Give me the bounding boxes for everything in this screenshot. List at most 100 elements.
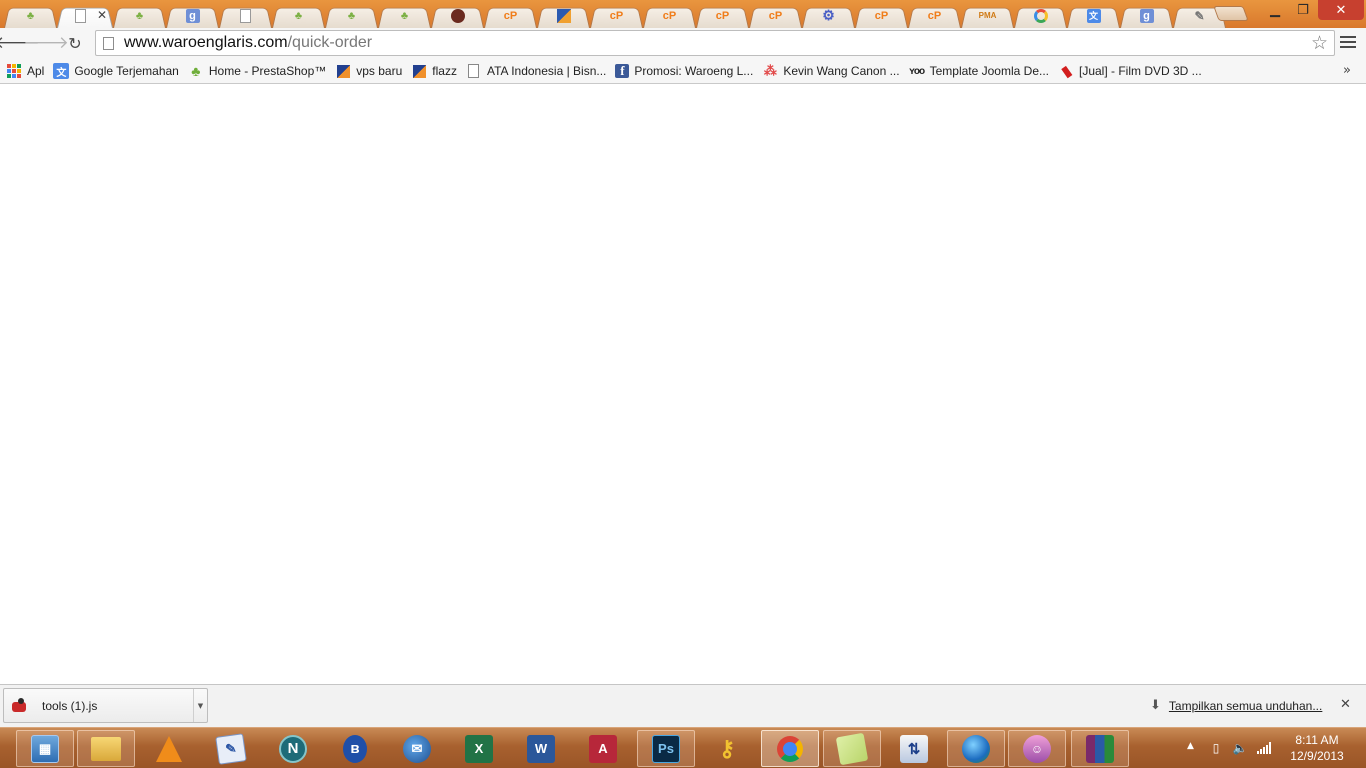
tab-close-icon[interactable]: ✕ [97, 8, 107, 22]
window-minimize-button[interactable]: ▁ [1262, 0, 1288, 20]
taskbar-network[interactable]: ⇅ [885, 730, 943, 767]
taskbar-control-panel[interactable]: ▦ [16, 730, 74, 767]
bookmark-google-terjemahan[interactable]: 文 Google Terjemahan [53, 61, 179, 81]
bookmark-vps-baru[interactable]: vps baru [335, 61, 402, 81]
taskbar-netscape[interactable]: N [264, 730, 322, 767]
taskbar-winrar[interactable] [1071, 730, 1129, 767]
address-bar[interactable]: www.waroenglaris.com/quick-order ☆ [95, 30, 1335, 56]
download-item[interactable]: tools (1).js ▼ [3, 688, 208, 723]
taskbar-excel[interactable]: X [450, 730, 508, 767]
tab[interactable]: cP [855, 3, 908, 28]
bookmark-prestashop-home[interactable]: ♣ Home - PrestaShop™ [188, 61, 326, 81]
google-g-icon: g [1139, 8, 1154, 23]
tab[interactable]: ♣ [4, 3, 57, 28]
bookmark-label: flazz [432, 64, 457, 78]
signal-icon[interactable] [1257, 740, 1271, 756]
tab[interactable] [431, 3, 484, 28]
prestashop-leaf-icon: ♣ [294, 9, 303, 22]
download-menu-button[interactable]: ▼ [193, 689, 207, 722]
reload-button[interactable]: ↻ [64, 32, 86, 54]
bookmark-template-joomla[interactable]: ʏᴏᴏ Template Joomla De... [909, 61, 1049, 81]
taskbar-bluetooth[interactable]: ʙ [326, 730, 384, 767]
netscape-icon: N [279, 734, 307, 763]
thunderbird-icon: ✉ [403, 734, 431, 763]
taskbar-globe[interactable] [947, 730, 1005, 767]
cpanel-icon: cP [609, 9, 624, 22]
close-download-shelf-button[interactable]: ✕ [1340, 697, 1351, 712]
folder-icon [91, 736, 121, 761]
taskbar-access[interactable]: A [574, 730, 632, 767]
bookmark-jual-film-dvd[interactable]: ▮ [Jual] - Film DVD 3D ... [1058, 61, 1202, 81]
tab[interactable] [1014, 3, 1067, 28]
translate-icon: 文 [53, 63, 70, 79]
show-all-downloads-link[interactable]: Tampilkan semua unduhan... [1169, 699, 1322, 713]
url-text[interactable]: www.waroenglaris.com/quick-order [124, 34, 372, 52]
taskbar-pidgin[interactable]: ☺ [1008, 730, 1066, 767]
bookmark-apps[interactable]: Apl [6, 61, 44, 81]
tab[interactable]: PMA [961, 3, 1014, 28]
bookmark-star-icon[interactable]: ☆ [1311, 32, 1328, 54]
taskbar-keys[interactable]: ⚷ [698, 730, 756, 767]
tab-list: ♣ ✕ ♣ g ♣ ♣ ♣ cP cP cP cP cP ⚙ cP cP PMA… [4, 3, 1226, 28]
taskbar-notepad[interactable]: ✎ [202, 730, 260, 767]
chrome-menu-button[interactable] [1340, 34, 1356, 50]
bookmark-label: Google Terjemahan [74, 64, 179, 78]
globe-icon [962, 734, 990, 763]
window-close-button[interactable]: ✕ [1318, 0, 1364, 20]
taskbar-sticky-notes[interactable] [823, 730, 881, 767]
bookmarks-overflow-button[interactable]: » [1343, 63, 1351, 78]
tab[interactable]: ♣ [378, 3, 431, 28]
bookmark-flazz[interactable]: flazz [411, 61, 457, 81]
yoo-icon: ʏᴏᴏ [909, 65, 925, 77]
tab-active-quick-order[interactable]: ✕ [57, 3, 113, 28]
tab[interactable]: ♣ [272, 3, 325, 28]
photoshop-icon: Ps [652, 734, 680, 763]
taskbar-photoshop[interactable]: Ps [637, 730, 695, 767]
tab[interactable]: cP [484, 3, 537, 28]
taskbar-word[interactable]: W [512, 730, 570, 767]
excel-icon: X [465, 734, 493, 763]
power-icon[interactable]: ▯ [1209, 740, 1223, 756]
tab[interactable]: cP [590, 3, 643, 28]
winrar-icon [1086, 734, 1114, 763]
prestashop-leaf-icon: ♣ [191, 63, 201, 79]
bookmark-label: vps baru [356, 64, 403, 78]
ui-icon [556, 8, 571, 23]
browser-toolbar: 🡐 🡒 ↻ www.waroenglaris.com/quick-order ☆ [0, 28, 1366, 58]
bookmark-list: Apl 文 Google Terjemahan ♣ Home - PrestaS… [6, 61, 1211, 81]
show-hidden-icons-button[interactable]: ▲ [1187, 741, 1194, 751]
tab[interactable]: cP [643, 3, 696, 28]
bookmark-ata-indonesia[interactable]: ATA Indonesia | Bisn... [466, 61, 606, 81]
page-icon [103, 36, 114, 50]
cpanel-icon: cP [768, 9, 783, 22]
clock-date: 12/9/2013 [1290, 749, 1344, 763]
show-all-downloads[interactable]: ⬇ Tampilkan semua unduhan... [1150, 698, 1322, 713]
tab[interactable]: g [166, 3, 219, 28]
forward-button[interactable]: 🡒 [23, 32, 69, 54]
tab[interactable]: ♣ [325, 3, 378, 28]
tab[interactable]: cP [749, 3, 802, 28]
taskbar-file-explorer[interactable] [77, 730, 135, 767]
tab[interactable]: ⚙ [802, 3, 855, 28]
system-clock[interactable]: 8:11 AM 12/9/2013 [1282, 732, 1352, 764]
dots-icon: ⁂ [763, 63, 777, 78]
window-restore-button[interactable]: ❐ [1290, 0, 1316, 20]
taskbar-chrome[interactable] [761, 730, 819, 767]
volume-icon[interactable]: 🔈 [1233, 740, 1248, 756]
bookmark-promosi-waroeng[interactable]: f Promosi: Waroeng L... [615, 61, 753, 81]
tab[interactable]: cP [696, 3, 749, 28]
bookmark-kevin-wang-canon[interactable]: ⁂ Kevin Wang Canon ... [762, 61, 900, 81]
bookmark-label: Template Joomla De... [929, 64, 1049, 78]
tab[interactable]: ♣ [113, 3, 166, 28]
new-tab-button[interactable] [1213, 6, 1249, 21]
tab[interactable] [219, 3, 272, 28]
pidgin-icon: ☺ [1023, 734, 1051, 763]
download-shelf: tools (1).js ▼ ⬇ Tampilkan semua unduhan… [0, 684, 1366, 727]
tab[interactable]: g [1120, 3, 1173, 28]
tab[interactable] [537, 3, 590, 28]
tab[interactable]: cP [908, 3, 961, 28]
taskbar-vlc[interactable] [140, 730, 198, 767]
taskbar-thunderbird[interactable]: ✉ [388, 730, 446, 767]
tab[interactable]: 文 [1067, 3, 1120, 28]
keys-icon: ⚷ [718, 735, 736, 761]
